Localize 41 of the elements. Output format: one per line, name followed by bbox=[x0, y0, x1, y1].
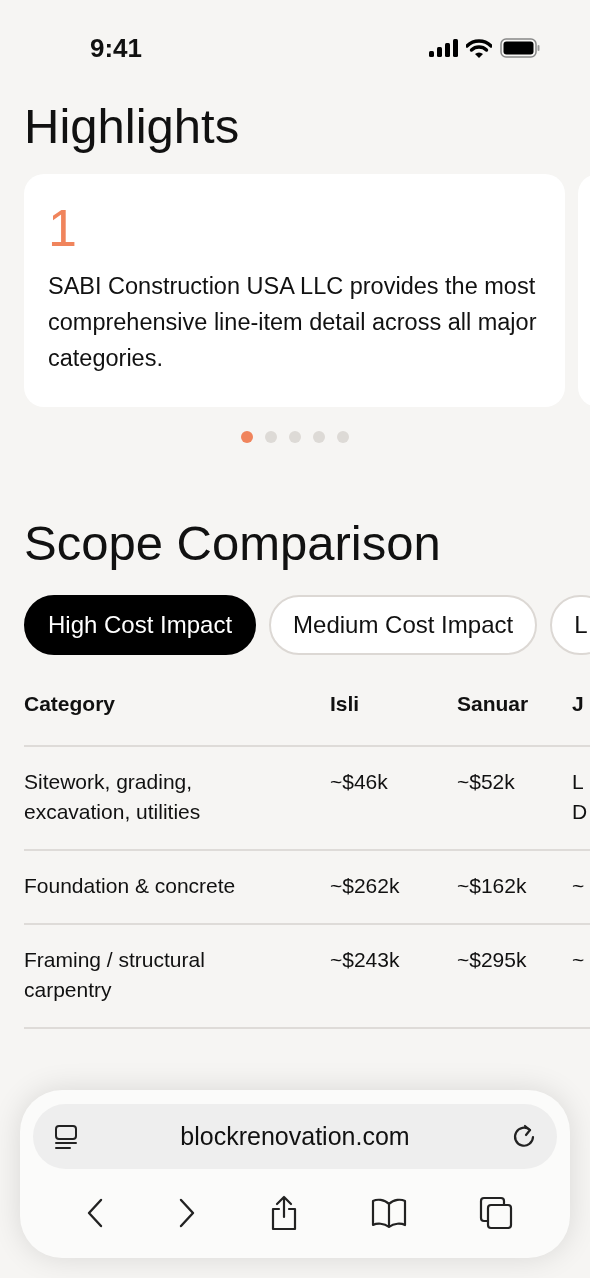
signal-icon bbox=[429, 39, 458, 57]
wifi-icon bbox=[466, 38, 492, 58]
battery-icon bbox=[500, 38, 540, 58]
share-icon[interactable] bbox=[269, 1195, 299, 1231]
table-cell-text: ~$262k bbox=[330, 873, 401, 899]
highlight-number: 1 bbox=[48, 198, 78, 258]
column-header: Category bbox=[24, 691, 117, 717]
table-cell-text: ~$295k bbox=[457, 947, 528, 973]
table-cell-text: ~ bbox=[572, 873, 586, 899]
pager-dot[interactable] bbox=[241, 431, 253, 443]
column-header: J bbox=[572, 691, 585, 717]
table-cell-text: Framing / structural carpentry bbox=[24, 947, 206, 1003]
column-header: Isli bbox=[330, 691, 361, 717]
column-header: Sanuar bbox=[457, 691, 530, 717]
table-cell-text: L D bbox=[572, 769, 588, 825]
status-time: 9:41 bbox=[90, 32, 143, 64]
filter-chip[interactable]: High Cost Impact bbox=[24, 595, 257, 655]
back-icon[interactable] bbox=[85, 1198, 105, 1228]
filter-chip[interactable]: Medium Cost Impact bbox=[269, 595, 538, 655]
table-cell-text: Sitework, grading, excavation, utilities bbox=[24, 769, 202, 825]
address-bar[interactable]: blockrenovation.com bbox=[33, 1104, 557, 1169]
table-cell-text: ~$162k bbox=[457, 873, 528, 899]
book-icon[interactable] bbox=[371, 1198, 407, 1228]
section-title: Highlights bbox=[23, 98, 241, 155]
url-text: blockrenovation.com bbox=[180, 1122, 410, 1151]
reload-icon[interactable] bbox=[511, 1123, 537, 1150]
highlight-text: SABI Construction USA LLC provides the most comprehensive line-item detail across all major categories. bbox=[48, 272, 538, 373]
table-cell-text: ~$46k bbox=[330, 769, 389, 795]
tabs-icon[interactable] bbox=[479, 1196, 513, 1230]
pager-dot[interactable] bbox=[265, 431, 277, 443]
forward-icon[interactable] bbox=[177, 1198, 197, 1228]
pager-dot[interactable] bbox=[289, 431, 301, 443]
table-cell-text: ~ bbox=[572, 947, 586, 973]
table-cell-text: ~$243k bbox=[330, 947, 401, 973]
reader-icon[interactable] bbox=[53, 1123, 79, 1150]
pager-dot[interactable] bbox=[313, 431, 325, 443]
filter-chip[interactable]: L bbox=[550, 595, 590, 655]
table-cell-text: ~$52k bbox=[457, 769, 516, 795]
pager-dot[interactable] bbox=[337, 431, 349, 443]
table-cell-text: Foundation & concrete bbox=[24, 873, 237, 899]
section-title: Scope Comparison bbox=[23, 515, 442, 572]
